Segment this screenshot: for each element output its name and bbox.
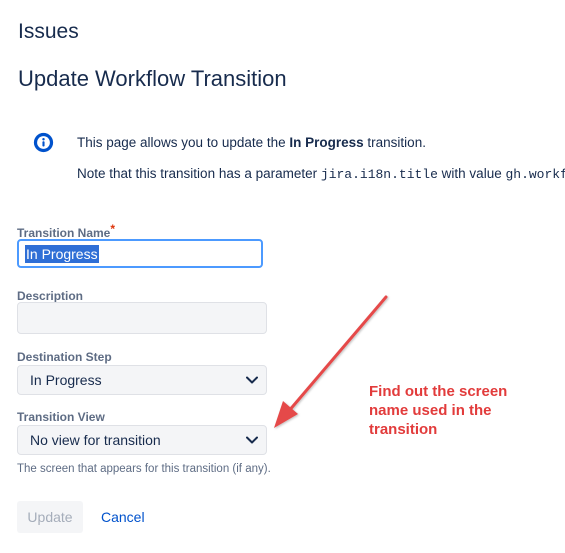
parameter-key: jira.i18n.title — [320, 167, 438, 182]
transition-view-help: The screen that appears for this transit… — [17, 463, 271, 475]
label-text: Transition Name — [17, 226, 111, 240]
parameter-value: gh.workf — [505, 167, 565, 182]
transition-view-label: Transition View — [17, 410, 105, 424]
info-circle-icon — [33, 132, 54, 153]
cancel-link[interactable]: Cancel — [101, 509, 145, 525]
transition-name-value: In Progress — [25, 244, 99, 263]
transition-view-select[interactable]: No view for transition — [17, 425, 267, 455]
chevron-down-icon — [246, 376, 258, 384]
destination-step-label: Destination Step — [17, 350, 112, 364]
info-text: transition. — [363, 135, 426, 150]
section-title: Issues — [18, 20, 79, 43]
info-message: This page allows you to update the In Pr… — [77, 135, 426, 150]
info-text: with value — [437, 166, 506, 181]
info-text: Note that this transition has a paramete… — [77, 166, 321, 181]
page-title: Update Workflow Transition — [18, 66, 287, 91]
destination-step-value: In Progress — [30, 372, 102, 388]
destination-step-select[interactable]: In Progress — [17, 365, 267, 395]
update-button[interactable]: Update — [17, 501, 83, 533]
transition-view-value: No view for transition — [30, 432, 161, 448]
transition-name-label: Transition Name* — [17, 222, 115, 240]
transition-name-input[interactable]: In Progress — [17, 239, 263, 268]
transition-name-emphasis: In Progress — [289, 135, 364, 150]
required-mark: * — [110, 222, 116, 236]
description-input[interactable] — [17, 302, 267, 334]
annotation-text: Find out the screen name used in the tra… — [369, 383, 508, 438]
info-parameter-note: Note that this transition has a paramete… — [77, 166, 565, 182]
description-label: Description — [17, 289, 84, 303]
chevron-down-icon — [246, 436, 258, 444]
info-text: This page allows you to update the — [77, 135, 290, 150]
